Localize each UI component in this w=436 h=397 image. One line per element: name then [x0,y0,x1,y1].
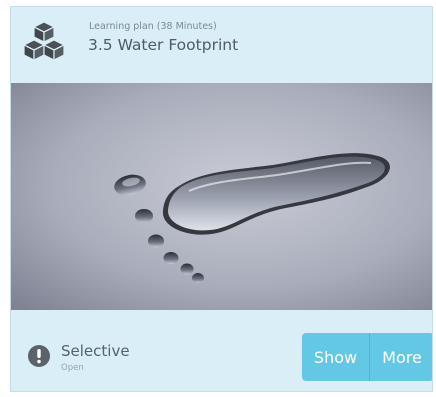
water-footprint-image[interactable] [11,83,433,310]
more-button[interactable]: More [370,333,432,381]
exclamation-circle-icon [28,345,50,367]
status-sublabel: Open [61,363,84,373]
card-header: Learning plan (38 Minutes) 3.5 Water Foo… [11,7,432,77]
card-footer: Selective Open Show More [11,310,432,391]
action-button-group: Show More [302,333,432,381]
show-button[interactable]: Show [302,333,369,381]
learning-plan-duration: Learning plan (38 Minutes) [89,21,217,32]
card-title[interactable]: 3.5 Water Footprint [88,36,238,54]
cubes-icon [23,21,65,61]
status-label: Selective [61,342,130,360]
learning-plan-card: Learning plan (38 Minutes) 3.5 Water Foo… [10,6,433,392]
